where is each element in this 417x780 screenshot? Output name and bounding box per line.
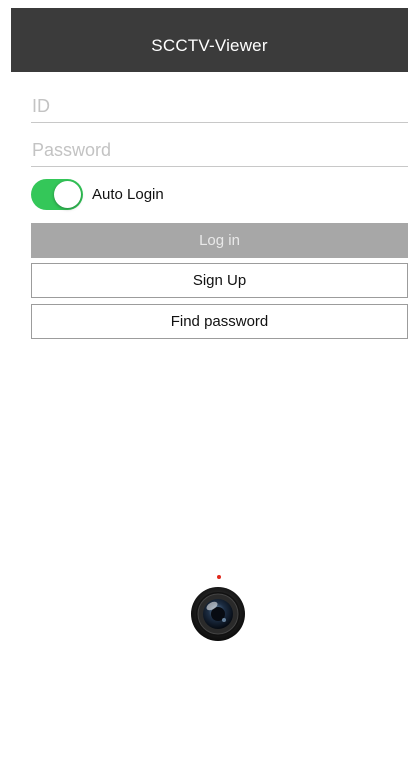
toggle-knob	[54, 180, 81, 208]
login-screen: SCCTV-Viewer Auto Login Log in Sign Up F…	[0, 0, 417, 780]
navigation-bar: SCCTV-Viewer	[11, 8, 408, 72]
find-password-button[interactable]: Find password	[31, 304, 408, 339]
id-input[interactable]	[31, 91, 408, 122]
login-button[interactable]: Log in	[31, 223, 408, 258]
sign-up-button[interactable]: Sign Up	[31, 263, 408, 298]
id-field	[31, 91, 408, 123]
app-title: SCCTV-Viewer	[151, 36, 268, 55]
record-indicator-icon	[217, 575, 221, 579]
camera-lens-icon	[191, 587, 245, 641]
password-input[interactable]	[31, 135, 408, 166]
auto-login-toggle[interactable]	[31, 178, 83, 210]
auto-login-row: Auto Login	[31, 178, 164, 210]
auto-login-label: Auto Login	[92, 185, 164, 203]
password-field	[31, 135, 408, 167]
